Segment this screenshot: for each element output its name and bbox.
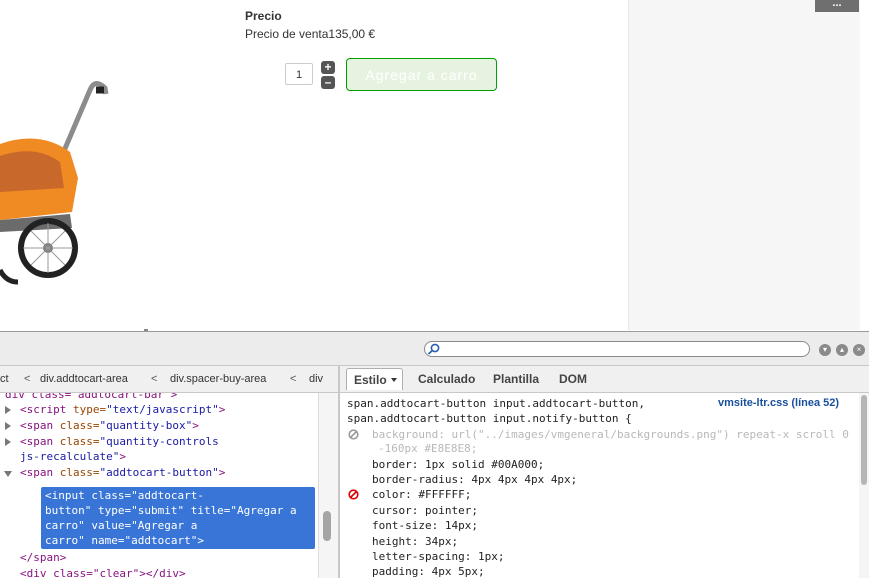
tree-scrollbar[interactable] xyxy=(318,393,339,578)
css-prop-font-size[interactable]: font-size: 14px; xyxy=(372,519,478,532)
corner-button[interactable]: ... xyxy=(815,0,859,12)
selected-line: carro" value="Agregar a xyxy=(45,519,198,532)
tab-estilo[interactable]: Estilo xyxy=(346,368,403,390)
selected-line: <input class="addtocart- xyxy=(45,489,204,502)
styles-scrollbar-thumb[interactable] xyxy=(861,395,867,485)
quantity-input[interactable]: 1 xyxy=(285,63,313,85)
web-page: ... Precio Precio de venta135,00 € 1 + –… xyxy=(0,0,869,330)
breadcrumb-item[interactable]: div xyxy=(309,373,323,385)
breadcrumb-item[interactable]: ct xyxy=(0,373,9,385)
collapse-icon[interactable]: ▾ xyxy=(819,344,831,356)
tree-node-quantity-box[interactable]: <span class="quantity-box"> xyxy=(20,419,199,432)
breadcrumb-item[interactable]: div.addtocart-area xyxy=(40,373,128,385)
html-tree: div class="addtocart-bar"> <script type=… xyxy=(0,393,318,578)
breadcrumb: ct < div.addtocart-area < div.spacer-buy… xyxy=(0,366,338,393)
breadcrumb-separator: < xyxy=(290,373,297,385)
tree-node-quantity-controls-cont[interactable]: js-recalculate"> xyxy=(20,450,126,463)
css-prop-background[interactable]: background: url("../images/vmgeneral/bac… xyxy=(372,428,849,441)
product-image-stroller xyxy=(0,81,109,285)
css-selector: span.addtocart-button input.notify-butto… xyxy=(347,412,632,425)
css-prop-padding[interactable]: padding: 4px 5px; xyxy=(372,565,485,578)
breadcrumb-separator: < xyxy=(151,373,158,385)
css-prop-letter-spacing[interactable]: letter-spacing: 1px; xyxy=(372,550,504,563)
tree-node-addtocart-button[interactable]: <span class="addtocart-button"> xyxy=(20,466,225,479)
page-edge xyxy=(860,0,869,330)
devtools-search-input[interactable] xyxy=(424,341,810,357)
css-prop-border-radius[interactable]: border-radius: 4px 4px 4px 4px; xyxy=(372,473,577,486)
right-column xyxy=(628,0,861,330)
expand-arrow-icon[interactable] xyxy=(5,406,11,414)
tab-dom[interactable]: DOM xyxy=(559,372,587,386)
css-selector: span.addtocart-button input.addtocart-bu… xyxy=(347,397,646,410)
css-prop-color[interactable]: color: #FFFFFF; xyxy=(372,488,471,501)
css-source-link[interactable]: vmsite-ltr.css (línea 52) xyxy=(718,397,839,409)
breadcrumb-separator: < xyxy=(24,373,31,385)
selected-line: button" type="submit" title="Agregar a xyxy=(45,504,297,517)
css-prop-cursor[interactable]: cursor: pointer; xyxy=(372,504,478,517)
css-prop-background-cont: -160px #E8E8E8; xyxy=(378,442,478,455)
sale-price-label: Precio de venta xyxy=(245,27,329,41)
quantity-minus-button[interactable]: – xyxy=(321,76,335,89)
disabled-rule-icon[interactable] xyxy=(348,429,359,440)
tree-node-selected-input[interactable]: <input class="addtocart- button" type="s… xyxy=(41,487,315,549)
selected-line: carro" name="addtocart"> xyxy=(45,534,204,547)
devtools-panel: ▾ ▴ × ct < div.addtocart-area < div.spac… xyxy=(0,331,869,578)
close-icon[interactable]: × xyxy=(853,344,865,356)
collapse-arrow-icon[interactable] xyxy=(4,471,12,477)
style-tabs: Estilo Calculado Plantilla DOM xyxy=(340,366,869,393)
search-icon xyxy=(427,343,440,355)
breadcrumb-item[interactable]: div.spacer-buy-area xyxy=(170,373,266,385)
add-to-cart-button[interactable]: Agregar a carro xyxy=(346,58,497,91)
tree-node-clear-div[interactable]: <div class="clear"></div> xyxy=(20,567,186,578)
expand-arrow-icon[interactable] xyxy=(5,438,11,446)
tree-node-quantity-controls[interactable]: <span class="quantity-controls xyxy=(20,435,219,448)
sale-price-value: 135,00 € xyxy=(328,27,376,41)
tree-node-close-span[interactable]: </span> xyxy=(20,551,66,564)
price-heading: Precio xyxy=(245,9,282,23)
chevron-down-icon xyxy=(391,378,397,382)
tree-node-partial[interactable]: div class="addtocart-bar"> xyxy=(5,393,177,401)
expand-arrow-icon[interactable] xyxy=(5,422,11,430)
styles-scrollbar[interactable] xyxy=(859,393,869,578)
expand-icon[interactable]: ▴ xyxy=(836,344,848,356)
tree-scrollbar-thumb[interactable] xyxy=(323,511,331,541)
tab-calculado[interactable]: Calculado xyxy=(418,372,475,386)
css-prop-height[interactable]: height: 34px; xyxy=(372,535,458,548)
styles-pane: span.addtocart-button input.addtocart-bu… xyxy=(340,393,859,578)
devtools-toolbar: ▾ ▴ × xyxy=(0,332,869,366)
sale-price: Precio de venta135,00 € xyxy=(245,27,375,41)
tree-node-script[interactable]: <script type="text/javascript"> xyxy=(20,403,225,416)
css-prop-border[interactable]: border: 1px solid #00A000; xyxy=(372,458,544,471)
tab-estilo-label: Estilo xyxy=(354,373,387,387)
tab-plantilla[interactable]: Plantilla xyxy=(493,372,539,386)
overridden-rule-icon[interactable] xyxy=(348,489,359,500)
quantity-plus-button[interactable]: + xyxy=(321,61,335,74)
